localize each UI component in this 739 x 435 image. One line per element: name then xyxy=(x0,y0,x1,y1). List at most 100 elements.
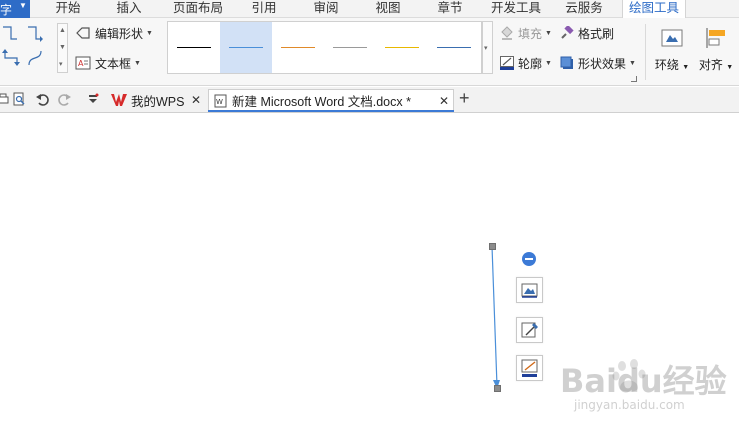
close-icon[interactable]: ✕ xyxy=(191,93,201,107)
watermark-brand: Baidu经验 xyxy=(560,362,727,400)
line-style-blue[interactable] xyxy=(220,22,272,73)
edit-shape-icon xyxy=(76,27,90,39)
word-document-icon: W xyxy=(214,94,227,107)
floating-outline-button[interactable] xyxy=(516,355,543,381)
shape-effects-label: 形状效果 xyxy=(578,56,627,71)
selected-line-shape[interactable] xyxy=(485,240,505,396)
layout-options-icon xyxy=(521,283,538,298)
line-style-swatch xyxy=(229,47,263,48)
ribbon-separator xyxy=(645,24,646,80)
chevron-down-icon: ▼ xyxy=(146,29,153,37)
elbow-connector-icon[interactable] xyxy=(2,24,20,42)
line-end-handle[interactable] xyxy=(494,385,501,392)
watermark-url: jingyan.baidu.com xyxy=(574,398,685,412)
format-painter-button[interactable]: 格式刷 xyxy=(560,24,614,42)
floating-layout-options-button[interactable] xyxy=(516,277,543,303)
chevron-down-icon: ▼ xyxy=(545,59,552,67)
shape-effects-icon xyxy=(560,56,573,69)
menu-drawing-tools[interactable]: 绘图工具 xyxy=(622,0,686,19)
gallery-expand-icon[interactable]: ▾ xyxy=(59,60,63,68)
shape-gallery-scroll[interactable]: ▲ ▼ ▾ xyxy=(57,23,68,73)
svg-text:W: W xyxy=(216,98,223,106)
menu-chapter[interactable]: 章节 xyxy=(434,1,466,18)
line-start-handle[interactable] xyxy=(489,243,496,250)
chevron-down-icon: ▼ xyxy=(682,64,690,71)
print-icon[interactable] xyxy=(0,92,10,106)
align-button[interactable]: 对齐 ▼ xyxy=(694,22,738,82)
text-box-icon: A xyxy=(75,56,91,70)
shape-effects-button[interactable]: 形状效果 ▼ xyxy=(560,54,636,72)
chevron-down-icon: ▼ xyxy=(726,64,734,71)
gallery-expand-icon[interactable]: ▾ xyxy=(484,44,488,52)
wrap-text-icon xyxy=(661,29,683,47)
format-painter-label: 格式刷 xyxy=(578,26,615,41)
quick-access-dropdown-icon[interactable] xyxy=(86,92,100,106)
outline-color-icon xyxy=(521,359,538,377)
text-box-label: 文本框 xyxy=(95,56,132,71)
fill-button[interactable]: 填充 ▼ xyxy=(500,24,552,42)
line-style-gold[interactable] xyxy=(376,22,428,73)
wrap-text-button[interactable]: 环绕 ▼ xyxy=(650,22,694,82)
menu-insert[interactable]: 插入 xyxy=(113,1,145,18)
close-icon[interactable]: ✕ xyxy=(439,94,449,108)
scroll-down-icon[interactable]: ▼ xyxy=(59,44,66,51)
active-tab-indicator xyxy=(208,110,454,112)
chevron-down-icon: ▼ xyxy=(19,1,27,10)
chevron-down-icon: ▼ xyxy=(545,29,552,37)
line-style-gray[interactable] xyxy=(324,22,376,73)
new-tab-button[interactable]: + xyxy=(459,88,470,109)
print-preview-icon[interactable] xyxy=(12,92,26,106)
file-menu-button[interactable]: 字 ▼ xyxy=(0,0,30,18)
tab-label: 我的WPS xyxy=(131,94,185,109)
menu-developer[interactable]: 开发工具 xyxy=(488,1,544,18)
line-style-swatch xyxy=(177,47,211,48)
menu-review[interactable]: 审阅 xyxy=(310,1,342,18)
collapse-toolbar-button[interactable] xyxy=(522,252,536,266)
line-style-gallery-scroll[interactable]: ▾ xyxy=(482,21,493,74)
line-style-swatch xyxy=(281,47,315,48)
align-label: 对齐 xyxy=(698,58,723,72)
elbow-arrow-connector-icon[interactable] xyxy=(26,24,44,42)
edit-shape-label: 编辑形状 xyxy=(95,26,144,41)
edit-shape-button[interactable]: 编辑形状 ▼ xyxy=(75,24,153,42)
tab-active-document[interactable]: W 新建 Microsoft Word 文档.docx * ✕ xyxy=(208,89,454,111)
fill-bucket-icon xyxy=(501,26,513,40)
ribbon: ▲ ▼ ▾ 编辑形状 ▼ A 文本框 ▼ ▾ 填充 ▼ 格式刷 轮廓 ▼ 形状效… xyxy=(0,18,739,86)
outline-pen-icon xyxy=(500,56,514,70)
undo-icon[interactable] xyxy=(35,92,49,106)
menu-references[interactable]: 引用 xyxy=(248,1,280,18)
chevron-down-icon: ▼ xyxy=(134,59,141,67)
menu-page-layout[interactable]: 页面布局 xyxy=(170,1,226,18)
edit-points-icon xyxy=(521,322,538,338)
elbow-double-arrow-icon[interactable] xyxy=(2,49,20,67)
tab-my-wps[interactable]: 我的WPS ✕ xyxy=(105,89,205,111)
connector-shape-gallery xyxy=(0,22,56,70)
chevron-down-icon: ▼ xyxy=(629,59,636,67)
align-icon xyxy=(706,28,725,48)
menu-bar: 字 ▼ 开始 插入 页面布局 引用 审阅 视图 章节 开发工具 云服务 绘图工具 xyxy=(0,0,739,19)
menu-view[interactable]: 视图 xyxy=(372,1,404,18)
line-style-swatch xyxy=(333,47,367,48)
menu-home[interactable]: 开始 xyxy=(52,1,84,18)
format-painter-icon xyxy=(561,26,574,39)
redo-icon[interactable] xyxy=(58,92,72,106)
line-style-black[interactable] xyxy=(168,22,220,73)
line-style-orange[interactable] xyxy=(272,22,324,73)
wps-logo-icon xyxy=(111,94,127,106)
text-box-button[interactable]: A 文本框 ▼ xyxy=(75,54,141,72)
minus-icon xyxy=(525,258,533,260)
floating-edit-shape-button[interactable] xyxy=(516,317,543,343)
svg-text:A: A xyxy=(78,59,84,68)
scroll-up-icon[interactable]: ▲ xyxy=(59,27,66,34)
line-style-dark-blue[interactable] xyxy=(428,22,480,73)
menu-cloud[interactable]: 云服务 xyxy=(562,1,606,18)
outline-label: 轮廓 xyxy=(518,56,543,71)
line-style-gallery xyxy=(167,21,482,74)
baidu-watermark: Baidu经验 jingyan.baidu.com xyxy=(560,352,730,422)
line-style-swatch xyxy=(385,47,419,48)
fill-label: 填充 xyxy=(518,26,543,41)
outline-button[interactable]: 轮廓 ▼ xyxy=(500,54,552,72)
curved-connector-icon[interactable] xyxy=(26,49,44,67)
tab-label: 新建 Microsoft Word 文档.docx * xyxy=(232,95,411,109)
dialog-launcher-icon[interactable] xyxy=(631,76,637,82)
